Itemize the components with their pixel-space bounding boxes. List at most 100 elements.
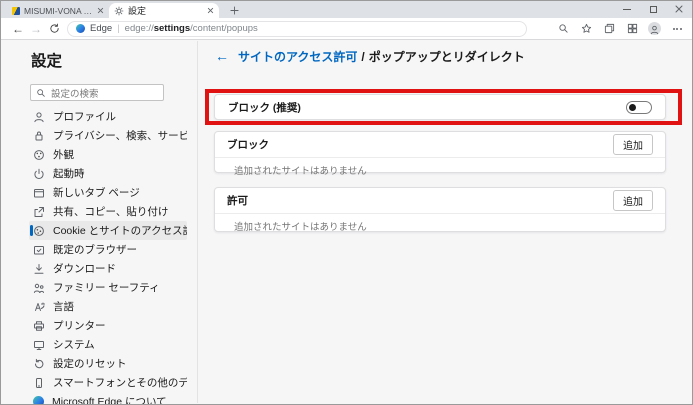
new-tab-icon [33, 187, 45, 199]
window-controls [614, 1, 692, 17]
allow-section-title: 許可 [227, 193, 248, 208]
phone-devices-icon [33, 377, 45, 389]
languages-icon [33, 301, 45, 313]
default-browser-icon [33, 244, 45, 256]
sidebar-item-system[interactable]: システム [29, 335, 187, 354]
sidebar-item-share-copy-paste[interactable]: 共有、コピー、貼り付け [29, 202, 187, 221]
settings-sidebar: 設定 設定の検索 プロファイル プライバシー、検索、サービス 外観 [2, 41, 198, 403]
block-recommended-label: ブロック (推奨) [228, 100, 301, 115]
url-scheme: edge:// [125, 23, 154, 34]
share-copy-paste-icon [33, 206, 45, 218]
minimize-button[interactable] [614, 1, 640, 17]
sidebar-item-printers[interactable]: プリンター [29, 316, 187, 335]
favorites-button[interactable] [579, 22, 593, 36]
collections-icon [604, 23, 615, 34]
system-icon [33, 339, 45, 351]
plus-icon [230, 6, 239, 15]
sidebar-item-default-browser[interactable]: 既定のブラウザー [29, 240, 187, 259]
startup-icon [33, 168, 45, 180]
sidebar-item-startup[interactable]: 起動時 [29, 164, 187, 183]
sidebar-item-phone-devices[interactable]: スマートフォンとその他のデバイス [29, 373, 187, 392]
close-icon [675, 5, 683, 13]
block-recommended-row: ブロック (推奨) [214, 94, 666, 120]
edge-about-icon [33, 396, 44, 405]
sidebar-nav: プロファイル プライバシー、検索、サービス 外観 起動時 新しいタブ ページ [2, 107, 197, 405]
close-button[interactable] [666, 1, 692, 17]
toggle-knob [629, 104, 636, 111]
collections-button[interactable] [602, 22, 616, 36]
new-tab-button[interactable] [227, 4, 241, 17]
breadcrumb-text: サイトのアクセス許可 / ポップアップとリダイレクト [238, 48, 525, 65]
allow-section-header: 許可 追加 [215, 188, 665, 214]
tab-close-icon[interactable] [97, 7, 104, 14]
sidebar-title: 設定 [31, 49, 197, 71]
misumi-favicon-icon [12, 7, 20, 15]
sidebar-item-profile[interactable]: プロファイル [29, 107, 187, 126]
settings-search-input[interactable]: 設定の検索 [30, 84, 164, 101]
sidebar-item-downloads[interactable]: ダウンロード [29, 259, 187, 278]
block-section-title: ブロック [227, 137, 269, 152]
url-path: /content/popups [190, 23, 258, 34]
allow-empty-text: 追加されたサイトはありません [215, 214, 665, 233]
profile-icon [33, 111, 45, 123]
tab-close-icon[interactable] [207, 7, 214, 14]
maximize-button[interactable] [640, 1, 666, 17]
address-bar[interactable]: Edge | edge://settings/content/popups [67, 21, 527, 37]
sidebar-item-new-tab[interactable]: 新しいタブ ページ [29, 183, 187, 202]
extensions-button[interactable] [625, 22, 639, 36]
profile-avatar[interactable] [648, 22, 661, 35]
browser-window: MISUMI-VONA | ミスミの総合Web... 設定 ← → [0, 0, 693, 405]
star-icon [581, 23, 592, 34]
block-add-button[interactable]: 追加 [613, 134, 653, 155]
tab-title: MISUMI-VONA | ミスミの総合Web... [24, 5, 93, 17]
page-title: ポップアップとリダイレクト [369, 50, 525, 64]
refresh-button[interactable] [45, 20, 63, 38]
url-separator: | [117, 23, 119, 34]
minimize-icon [623, 9, 631, 10]
printers-icon [33, 320, 45, 332]
sidebar-item-appearance[interactable]: 外観 [29, 145, 187, 164]
appearance-icon [33, 149, 45, 161]
maximize-icon [650, 6, 657, 13]
toolbar-icons [556, 22, 684, 36]
sidebar-item-cookies-site-permissions[interactable]: Cookie とサイトのアクセス許可 [29, 221, 187, 240]
search-icon [36, 88, 46, 98]
forward-button[interactable]: → [27, 20, 45, 38]
refresh-icon [49, 23, 60, 34]
downloads-icon [33, 263, 45, 275]
tab-title: 設定 [128, 4, 203, 17]
tab-settings[interactable]: 設定 [109, 3, 219, 18]
edge-logo-icon [76, 24, 85, 33]
gear-icon [114, 6, 124, 16]
allow-add-button[interactable]: 追加 [613, 190, 653, 211]
cookies-site-permissions-icon [33, 225, 45, 237]
back-arrow-icon[interactable]: ← [215, 49, 229, 63]
url-host: settings [154, 23, 190, 34]
family-safety-icon [33, 282, 45, 294]
block-section-header: ブロック 追加 [215, 132, 665, 158]
person-icon [649, 24, 660, 35]
allow-section-card: 許可 追加 追加されたサイトはありません [214, 187, 666, 232]
sidebar-item-about-edge[interactable]: Microsoft Edge について [29, 392, 187, 405]
sidebar-item-family-safety[interactable]: ファミリー セーフティ [29, 278, 187, 297]
browser-toolbar: ← → Edge | edge://settings/content/popup… [1, 18, 692, 40]
block-recommended-toggle[interactable] [626, 101, 652, 114]
settings-more-button[interactable] [670, 22, 684, 36]
back-button[interactable]: ← [9, 20, 27, 38]
breadcrumb-separator: / [361, 50, 364, 64]
settings-main-panel: ← サイトのアクセス許可 / ポップアップとリダイレクト ブロック (推奨) ブロッ… [198, 41, 691, 403]
tab-misumi[interactable]: MISUMI-VONA | ミスミの総合Web... [7, 3, 109, 18]
breadcrumb-parent-link[interactable]: サイトのアクセス許可 [238, 50, 357, 64]
extensions-icon [627, 23, 638, 34]
tab-strip: MISUMI-VONA | ミスミの総合Web... 設定 [1, 1, 692, 18]
sidebar-item-reset-settings[interactable]: 設定のリセット [29, 354, 187, 373]
settings-page: 設定 設定の検索 プロファイル プライバシー、検索、サービス 外観 [2, 41, 691, 403]
url-text: edge://settings/content/popups [125, 23, 258, 34]
privacy-icon [33, 130, 45, 142]
zoom-button[interactable] [556, 22, 570, 36]
block-section-card: ブロック 追加 追加されたサイトはありません [214, 131, 666, 173]
block-empty-text: 追加されたサイトはありません [215, 158, 665, 177]
reset-settings-icon [33, 358, 45, 370]
sidebar-item-languages[interactable]: 言語 [29, 297, 187, 316]
sidebar-item-privacy[interactable]: プライバシー、検索、サービス [29, 126, 187, 145]
